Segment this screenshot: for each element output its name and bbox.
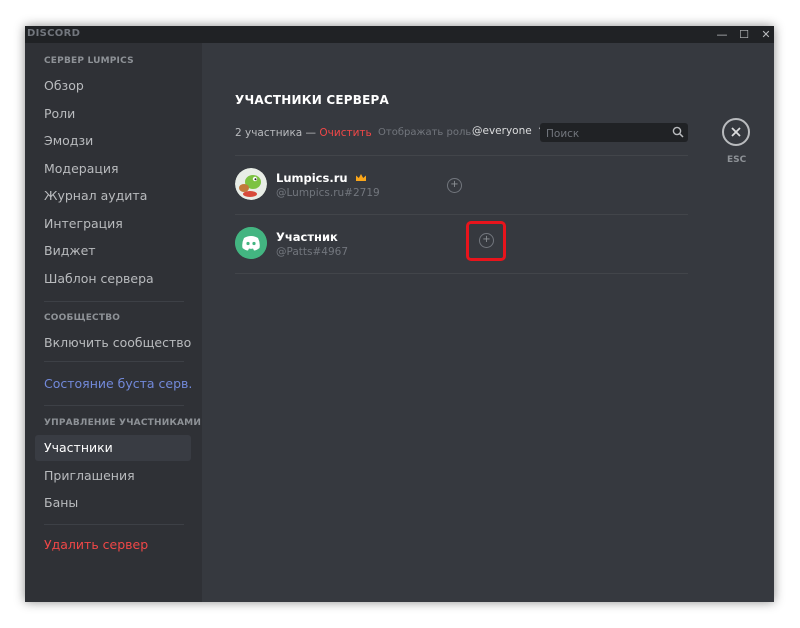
add-role-button[interactable]: + <box>479 233 494 248</box>
sidebar-divider <box>44 524 184 525</box>
sidebar-item-integrations[interactable]: Интеграция <box>35 211 191 237</box>
sidebar-item-roles[interactable]: Роли <box>35 101 191 127</box>
title-bar: DISCORD — ☐ ✕ <box>25 26 774 43</box>
sidebar-item-enable-community[interactable]: Включить сообщество <box>35 330 191 356</box>
page-title: УЧАСТНИКИ СЕРВЕРА <box>235 93 389 107</box>
list-divider <box>235 273 688 274</box>
sidebar-item-server-template[interactable]: Шаблон сервера <box>35 266 191 292</box>
sidebar-item-emoji[interactable]: Эмодзи <box>35 128 191 154</box>
member-row[interactable]: Участник @Patts#4967 + <box>235 215 688 273</box>
add-role-button[interactable]: + <box>447 178 462 193</box>
search-icon[interactable] <box>672 126 684 138</box>
sidebar-item-overview[interactable]: Обзор <box>35 73 191 99</box>
sidebar-divider <box>44 405 184 406</box>
member-row[interactable]: Lumpics.ru @Lumpics.ru#2719 + <box>235 156 688 214</box>
sidebar-item-bans[interactable]: Баны <box>35 490 191 516</box>
role-filter-value: @everyone <box>472 125 532 137</box>
sidebar-item-invites[interactable]: Приглашения <box>35 463 191 489</box>
sidebar-item-members[interactable]: Участники <box>35 435 191 461</box>
section-label-server: СЕРВЕР LUMPICS <box>44 56 134 66</box>
member-name-text: Lumpics.ru <box>276 171 348 185</box>
sidebar-item-audit-log[interactable]: Журнал аудита <box>35 183 191 209</box>
esc-label: ESC <box>727 155 747 165</box>
clear-link[interactable]: Очистить <box>319 127 371 139</box>
section-label-community: СООБЩЕСТВО <box>44 313 121 323</box>
close-icon <box>731 127 741 137</box>
discord-window: DISCORD — ☐ ✕ СЕРВЕР LUMPICS Обзор Роли … <box>25 26 774 602</box>
member-tag: @Lumpics.ru#2719 <box>276 187 380 199</box>
sidebar-item-delete-server[interactable]: Удалить сервер <box>35 532 191 558</box>
app-brand: DISCORD <box>27 28 81 39</box>
search-input[interactable] <box>540 123 674 144</box>
crown-icon <box>355 174 366 181</box>
maximize-button[interactable]: ☐ <box>733 26 755 43</box>
close-window-button[interactable]: ✕ <box>755 26 774 43</box>
section-label-member-management: УПРАВЛЕНИЕ УЧАСТНИКАМИ <box>44 418 202 428</box>
sidebar-item-widget[interactable]: Виджет <box>35 238 191 264</box>
member-count-text: 2 участника — <box>235 127 320 139</box>
role-filter-label: Отображать роль: <box>378 127 475 138</box>
members-panel: УЧАСТНИКИ СЕРВЕРА 2 участника — Очистить… <box>202 43 774 602</box>
member-count: 2 участника — Очистить <box>235 127 372 139</box>
role-filter-dropdown[interactable]: @everyone <box>472 125 547 137</box>
sidebar-divider <box>44 301 184 302</box>
lumpics-avatar <box>235 168 267 200</box>
close-settings-button[interactable] <box>722 118 750 146</box>
sidebar-divider <box>44 361 184 362</box>
sidebar-item-boost-status[interactable]: Состояние буста серв... <box>35 371 191 397</box>
member-name: Lumpics.ru <box>276 171 367 185</box>
minimize-button[interactable]: — <box>711 26 733 43</box>
discord-default-avatar <box>235 227 267 259</box>
sidebar-item-moderation[interactable]: Модерация <box>35 156 191 182</box>
member-tag: @Patts#4967 <box>276 246 349 258</box>
member-name: Участник <box>276 230 338 244</box>
search-box <box>540 123 688 144</box>
settings-sidebar: СЕРВЕР LUMPICS Обзор Роли Эмодзи Модерац… <box>25 43 202 602</box>
